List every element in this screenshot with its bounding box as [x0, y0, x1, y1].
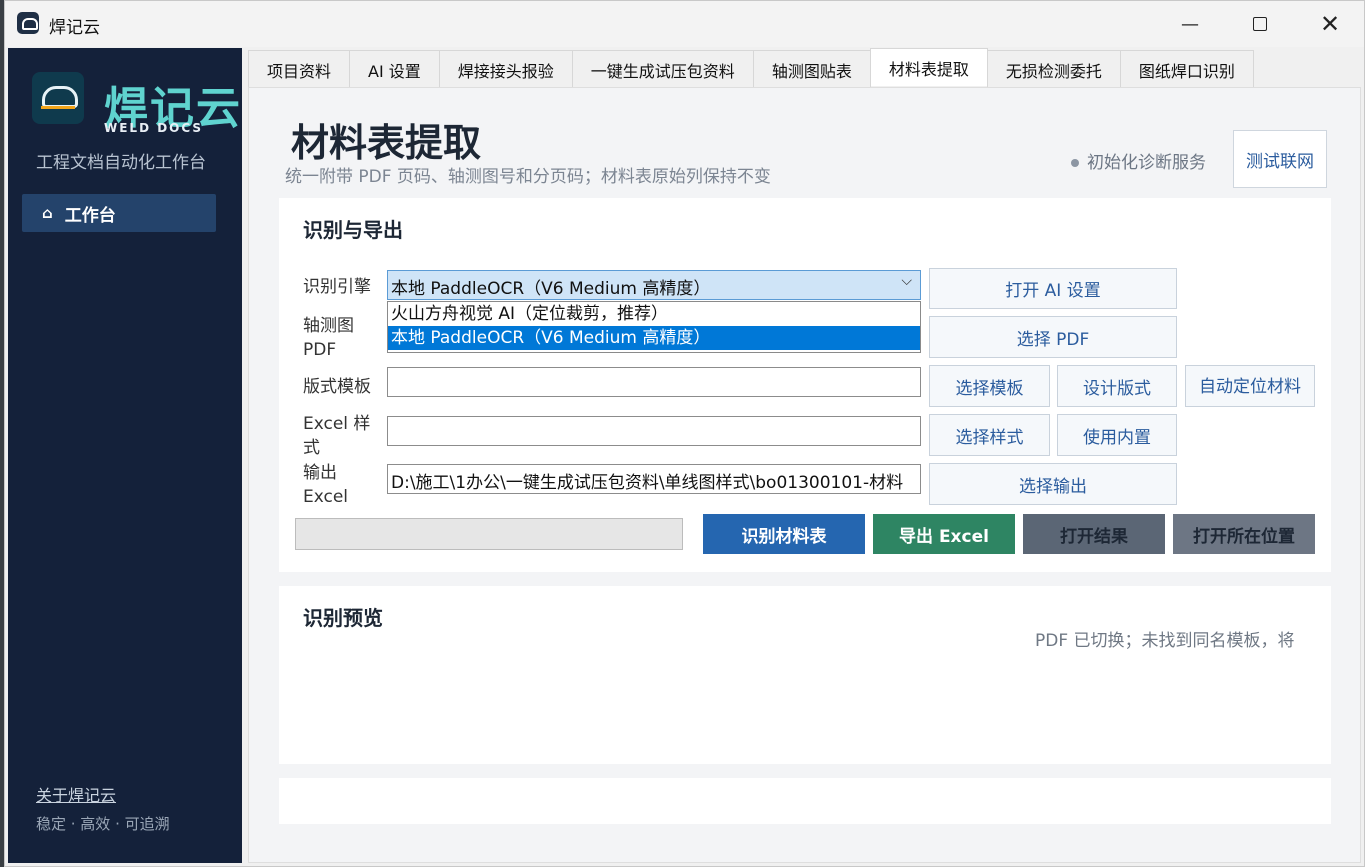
style-label-line2: 式	[303, 438, 320, 458]
tab-project-info[interactable]: 项目资料	[248, 50, 351, 88]
pdf-label-line1: 轴测图	[303, 316, 354, 336]
engine-dropdown: 火山方舟视觉 AI（定位裁剪，推荐） 本地 PaddleOCR（V6 Mediu…	[387, 301, 921, 353]
bottom-panel	[279, 778, 1331, 824]
tab-ndt-commission[interactable]: 无损检测委托	[986, 50, 1121, 88]
template-label: 版式模板	[303, 377, 371, 397]
auto-locate-material-button[interactable]: 自动定位材料	[1185, 365, 1315, 407]
tab-material-extract[interactable]: 材料表提取	[869, 48, 988, 86]
open-result-button[interactable]: 打开结果	[1023, 514, 1165, 554]
maximize-icon	[1253, 17, 1267, 31]
pdf-label-line2: PDF	[303, 340, 337, 360]
about-link[interactable]: 关于焊记云	[36, 782, 116, 806]
sidebar-footer: 稳定 · 高效 · 可追溯	[36, 815, 170, 833]
select-output-button[interactable]: 选择输出	[929, 463, 1177, 505]
style-label-line1: Excel 样	[303, 414, 371, 434]
select-pdf-button[interactable]: 选择 PDF	[929, 316, 1177, 358]
status-dot-icon	[1071, 159, 1079, 167]
open-ai-settings-button[interactable]: 打开 AI 设置	[929, 268, 1177, 309]
minimize-icon: —	[1181, 13, 1199, 35]
card-title-recognize: 识别与导出	[303, 218, 403, 242]
close-button[interactable]: ✕	[1295, 1, 1365, 47]
app-logo-icon	[17, 12, 39, 34]
output-excel-input[interactable]: D:\施工\1办公\一键生成试压包资料\单线图样式\bo01300101-材料	[387, 464, 921, 494]
main-content: 材料表提取 统一附带 PDF 页码、轴测图号和分页码；材料表原始列保持不变 初始…	[248, 87, 1361, 863]
tab-drawing-weld-recognition[interactable]: 图纸焊口识别	[1119, 50, 1254, 88]
output-label-line2: Excel	[303, 487, 349, 507]
test-network-button[interactable]: 测试联网	[1233, 130, 1327, 188]
cloud-logo-icon	[32, 72, 84, 124]
window-title: 焊记云	[49, 18, 100, 38]
engine-select-value: 本地 PaddleOCR（V6 Medium 高精度）	[391, 279, 711, 299]
output-label-line1: 输出	[303, 463, 337, 483]
recognize-material-button[interactable]: 识别材料表	[703, 514, 865, 554]
sidebar: 焊记云 WELD DOCS CL 工程文档自动化工作台 ⌂ 工作台 关于焊记云 …	[8, 48, 242, 863]
open-location-button[interactable]: 打开所在位置	[1173, 514, 1315, 554]
progress-bar	[295, 518, 683, 550]
tab-weld-joint-inspection[interactable]: 焊接接头报验	[438, 50, 573, 88]
title-bar: 焊记云 — ✕	[5, 1, 1364, 47]
excel-style-input[interactable]	[387, 416, 921, 446]
status-text: 初始化诊断服务	[1087, 153, 1206, 173]
maximize-button[interactable]	[1225, 1, 1295, 47]
engine-select[interactable]: 本地 PaddleOCR（V6 Medium 高精度） ⌵	[387, 270, 921, 300]
tab-isometric-table[interactable]: 轴测图贴表	[752, 50, 871, 88]
chevron-down-icon: ⌵	[901, 273, 912, 289]
page-title: 材料表提取	[291, 121, 482, 165]
recognize-export-card: 识别与导出 识别引擎 本地 PaddleOCR（V6 Medium 高精度） ⌵…	[279, 198, 1331, 572]
sidebar-item-label: 工作台	[64, 205, 116, 226]
tab-pressure-package[interactable]: 一键生成试压包资料	[571, 50, 754, 88]
export-excel-button[interactable]: 导出 Excel	[873, 514, 1015, 554]
minimize-button[interactable]: —	[1155, 1, 1225, 47]
card-title-preview: 识别预览	[303, 606, 383, 630]
select-template-button[interactable]: 选择模板	[929, 365, 1050, 407]
close-icon: ✕	[1319, 10, 1341, 38]
engine-option-volcano[interactable]: 火山方舟视觉 AI（定位裁剪，推荐）	[388, 302, 920, 326]
tab-ai-settings[interactable]: AI 设置	[349, 50, 440, 88]
logo-subtext: WELD DOCS CL	[104, 121, 204, 132]
sidebar-item-workbench[interactable]: ⌂ 工作台	[22, 194, 216, 232]
home-icon: ⌂	[42, 204, 53, 222]
engine-option-paddleocr[interactable]: 本地 PaddleOCR（V6 Medium 高精度）	[388, 326, 920, 350]
app-window: 焊记云 — ✕ 焊记云 WELD DOCS CL 工程文档自动化工作台 ⌂ 工作…	[4, 0, 1365, 867]
sidebar-caption: 工程文档自动化工作台	[36, 153, 206, 173]
page-subtitle: 统一附带 PDF 页码、轴测图号和分页码；材料表原始列保持不变	[285, 167, 771, 187]
preview-card: 识别预览 PDF 已切换；未找到同名模板，将	[279, 586, 1331, 764]
design-layout-button[interactable]: 设计版式	[1057, 365, 1177, 407]
use-builtin-button[interactable]: 使用内置	[1057, 414, 1177, 456]
select-style-button[interactable]: 选择样式	[929, 414, 1050, 456]
template-input[interactable]	[387, 367, 921, 397]
preview-hint: PDF 已切换；未找到同名模板，将	[1035, 631, 1295, 651]
engine-label: 识别引擎	[303, 277, 371, 297]
status-indicator: 初始化诊断服务	[1071, 148, 1206, 173]
tab-bar: 项目资料 AI 设置 焊接接头报验 一键生成试压包资料 轴测图贴表 材料表提取 …	[248, 48, 1254, 88]
